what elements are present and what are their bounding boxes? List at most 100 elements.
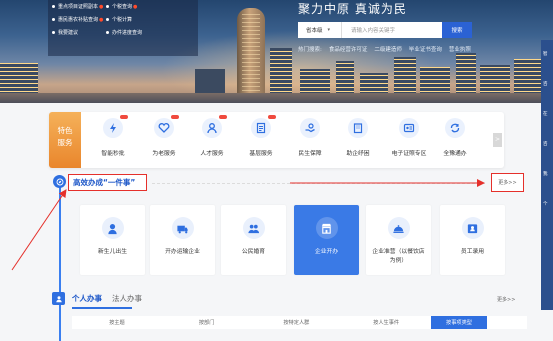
tab-personal-affairs[interactable]: 个人办事 xyxy=(72,293,102,304)
river xyxy=(0,93,553,103)
feature-services: 特色 服务 智能秒批 为老服务 人才服务 基层服务 民生保障 助企纾困 电子证照… xyxy=(49,112,504,168)
news-link[interactable]: 办件进度查询 xyxy=(106,27,142,40)
card-newborn[interactable]: 新生儿出生 xyxy=(80,205,145,275)
sync-icon xyxy=(445,118,465,138)
hero-banner: 重点项目证照副本● 个税查询● 惠民惠农补贴查询● 个税计算 我要建议 办件进度… xyxy=(0,0,553,103)
chevron-down-icon: ▾ xyxy=(327,27,331,33)
filter-tabs: 按主题 按部门 按特定人群 按人生事件 按事项类型 xyxy=(72,316,527,329)
scope-select[interactable]: 省本级 ▾ xyxy=(298,22,342,38)
feature-item-smart-approval[interactable]: 智能秒批 xyxy=(91,115,135,157)
onething-cards: 新生儿出生 开办运输企业 公民婚育 企业开办 企业准营（以餐饮店为例） 员工录用 xyxy=(80,205,525,275)
feature-item-grassroots[interactable]: 基层服务 xyxy=(239,115,283,157)
document-icon xyxy=(251,115,276,138)
lightning-icon xyxy=(103,115,128,138)
next-button[interactable]: > xyxy=(493,133,502,147)
tab-by-item-type[interactable]: 按事项类型 xyxy=(431,316,487,329)
section-timeline xyxy=(59,183,61,341)
hot-search-item[interactable]: 毕业证书查询 xyxy=(409,45,442,53)
compass-icon xyxy=(53,175,66,188)
more-link[interactable]: 更多>> xyxy=(497,296,515,303)
heart-icon xyxy=(154,115,179,138)
feature-item-elderly[interactable]: 为老服务 xyxy=(142,115,186,157)
sidebar-item[interactable]: 在 xyxy=(541,100,553,130)
feature-label: 助企纾困 xyxy=(346,151,370,157)
sidebar-item[interactable]: 咨 xyxy=(541,70,553,100)
feature-tag-label: 特色 服务 xyxy=(57,126,73,147)
more-link[interactable]: 更多>> xyxy=(491,173,524,192)
new-badge xyxy=(120,115,128,119)
active-tab-underline xyxy=(72,307,132,309)
baby-icon xyxy=(101,217,124,239)
news-link[interactable]: 个税查询● xyxy=(106,1,137,14)
arrow-to-title xyxy=(11,189,67,271)
user-icon xyxy=(202,115,227,138)
building-icon xyxy=(348,118,368,138)
card-marriage-birth[interactable]: 公民婚育 xyxy=(221,205,286,275)
sidebar-item[interactable]: 智 xyxy=(541,40,553,70)
card-label: 企业开办 xyxy=(314,249,339,255)
card-employee-hiring[interactable]: 员工录用 xyxy=(440,205,505,275)
feature-label: 全豫通办 xyxy=(443,151,467,157)
card-label: 新生儿出生 xyxy=(98,249,127,255)
feature-item-e-license[interactable]: 电子证照专区 xyxy=(387,118,431,157)
card-enterprise-permit[interactable]: 企业准营（以餐饮店为例） xyxy=(366,205,431,275)
floating-sidebar: 智 咨 在 咨 我 个 xyxy=(541,40,553,310)
employee-icon xyxy=(461,217,484,239)
search-button[interactable]: 搜索 xyxy=(442,22,472,38)
sidebar-item[interactable]: 个 xyxy=(541,190,553,220)
feature-label: 人才服务 xyxy=(200,151,224,157)
feature-tag: 特色 服务 xyxy=(49,112,81,168)
couple-icon xyxy=(242,217,265,239)
feature-item-livelihood[interactable]: 民生保障 xyxy=(288,118,332,157)
truck-icon xyxy=(171,217,194,239)
hot-search-label: 热门搜索: xyxy=(298,47,322,53)
feature-label: 民生保障 xyxy=(298,151,322,157)
hot-search-item[interactable]: 营业执照 xyxy=(449,45,471,53)
search-input[interactable]: 请输入内容关键字 xyxy=(342,26,395,34)
new-badge xyxy=(268,115,276,119)
dish-icon xyxy=(387,217,410,239)
feature-label: 电子证照专区 xyxy=(391,151,427,157)
onething-title-highlight[interactable]: 高效办成“一件事” xyxy=(68,174,147,191)
hot-search-item[interactable]: 二级建造师 xyxy=(374,45,402,53)
news-link[interactable]: 惠民惠农补贴查询● xyxy=(52,14,106,27)
tab-legal-entity-affairs[interactable]: 法人办事 xyxy=(112,293,142,304)
feature-item-talent[interactable]: 人才服务 xyxy=(190,115,234,157)
card-enterprise-opening[interactable]: 企业开办 xyxy=(294,205,359,275)
feature-item-province-wide[interactable]: 全豫通办 xyxy=(433,118,477,157)
tab-by-group[interactable]: 按特定人群 xyxy=(252,316,342,329)
page: 重点项目证照副本● 个税查询● 惠民惠农补贴查询● 个税计算 我要建议 办件进度… xyxy=(0,0,553,341)
tab-by-theme[interactable]: 按主题 xyxy=(72,316,162,329)
person-icon xyxy=(52,292,65,305)
store-icon xyxy=(315,217,338,239)
card-transport-company[interactable]: 开办运输企业 xyxy=(150,205,215,275)
sidebar-item[interactable]: 咨 xyxy=(541,130,553,160)
tab-by-department[interactable]: 按部门 xyxy=(162,316,252,329)
card-label: 开办运输企业 xyxy=(165,249,200,255)
news-link[interactable]: 个税计算 xyxy=(106,14,132,27)
tab-spacer xyxy=(487,316,527,329)
tab-by-life-event[interactable]: 按人生事件 xyxy=(341,316,431,329)
feature-label: 为老服务 xyxy=(152,151,176,157)
feature-item-enterprise-relief[interactable]: 助企纾困 xyxy=(336,118,380,157)
id-card-icon xyxy=(399,118,419,138)
card-label: 公民婚育 xyxy=(241,249,266,255)
landmark-tower xyxy=(237,8,265,103)
hot-search-item[interactable]: 食品经营许可证 xyxy=(329,45,368,53)
news-link[interactable]: 重点项目证照副本● xyxy=(52,1,106,14)
sidebar-item[interactable]: 我 xyxy=(541,160,553,190)
hot-search: 热门搜索: 食品经营许可证 二级建造师 毕业证书查询 营业执照 xyxy=(298,45,478,53)
new-badge xyxy=(219,115,227,119)
card-label: 企业准营（以餐饮店为例） xyxy=(372,249,425,264)
card-label: 员工录用 xyxy=(460,249,485,255)
feature-label: 基层服务 xyxy=(249,151,273,157)
hot-icon: ● xyxy=(99,4,104,10)
new-badge xyxy=(171,115,179,119)
hand-icon xyxy=(300,118,320,138)
section-title: 高效办成“一件事” xyxy=(73,178,136,187)
feature-label: 智能秒批 xyxy=(101,151,125,157)
news-panel: 重点项目证照副本● 个税查询● 惠民惠农补贴查询● 个税计算 我要建议 办件进度… xyxy=(48,0,198,56)
hot-icon: ● xyxy=(133,4,138,10)
banner-slogan: 聚力中原 真诚为民 xyxy=(298,2,407,16)
news-link[interactable]: 我要建议 xyxy=(52,27,106,40)
